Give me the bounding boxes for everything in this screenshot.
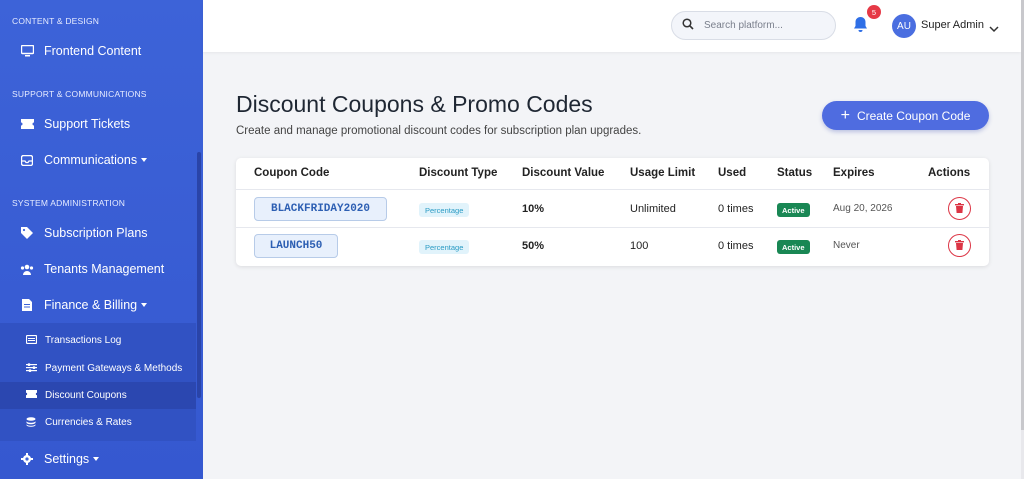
sidebar-item-label: Support Tickets (44, 117, 131, 131)
search-box[interactable] (671, 11, 836, 40)
trash-icon (955, 200, 964, 218)
ticket-icon (26, 390, 37, 401)
chevron-down-icon (93, 457, 100, 461)
usage-limit: Unlimited (630, 203, 676, 215)
status-badge: Active (777, 203, 810, 217)
sidebar-subitem-payment-gateways[interactable]: Payment Gateways & Methods (0, 355, 196, 382)
sidebar-item-label: Settings (44, 452, 90, 466)
create-coupon-button[interactable]: + Create Coupon Code (822, 101, 989, 130)
sidebar-subitem-label: Transactions Log (45, 335, 122, 346)
section-label-support: SUPPORT & COMMUNICATIONS (12, 89, 147, 99)
bell-icon[interactable] (853, 16, 869, 34)
discount-value: 10% (522, 203, 545, 215)
header-discount-value: Discount Value (522, 167, 605, 179)
sidebar: CONTENT & DESIGN Frontend Content SUPPOR… (0, 0, 203, 479)
delete-button[interactable] (948, 234, 971, 257)
header-expires: Expires (833, 167, 875, 179)
sidebar-subitem-currencies-rates[interactable]: Currencies & Rates (0, 409, 196, 436)
tag-icon (20, 226, 34, 240)
invoice-icon (20, 298, 34, 312)
chevron-down-icon (141, 303, 148, 307)
plus-icon: + (840, 106, 850, 124)
sidebar-item-label: Finance & Billing (44, 298, 138, 312)
discount-type-badge: Percentage (419, 203, 470, 217)
sidebar-item-frontend-content[interactable]: Frontend Content (0, 36, 196, 66)
header-usage-limit: Usage Limit (630, 167, 696, 179)
sidebar-subitem-transactions-log[interactable]: Transactions Log (0, 327, 196, 354)
chevron-down-icon[interactable] (989, 20, 999, 38)
topbar: 5 AU Super Admin (203, 0, 1021, 52)
inbox-icon (20, 153, 34, 167)
gear-icon (20, 452, 34, 466)
usage-limit: 100 (630, 240, 649, 252)
finance-submenu: Transactions Log Payment Gateways & Meth… (0, 323, 196, 441)
delete-button[interactable] (948, 197, 971, 220)
expires-date: Aug 20, 2026 (833, 203, 893, 214)
coupon-code-badge: BLACKFRIDAY2020 (254, 197, 387, 221)
user-name[interactable]: Super Admin (921, 19, 984, 31)
coins-icon (26, 417, 37, 428)
ticket-icon (20, 117, 34, 131)
sidebar-item-label: Tenants Management (44, 262, 165, 276)
list-icon (26, 335, 37, 346)
sidebar-item-subscription-plans[interactable]: Subscription Plans (0, 218, 196, 248)
sidebar-item-label: Frontend Content (44, 44, 142, 58)
users-icon (20, 262, 34, 276)
page-title: Discount Coupons & Promo Codes (236, 91, 593, 117)
sidebar-subitem-discount-coupons[interactable]: Discount Coupons (0, 382, 196, 409)
sidebar-scrollbar[interactable] (197, 152, 201, 398)
sidebar-item-label: Subscription Plans (44, 226, 148, 240)
create-coupon-label: Create Coupon Code (856, 108, 971, 123)
search-input[interactable] (704, 20, 814, 31)
status-badge: Active (777, 240, 810, 254)
sidebar-item-support-tickets[interactable]: Support Tickets (0, 109, 196, 139)
sidebar-subitem-label: Payment Gateways & Methods (45, 363, 183, 374)
coupon-code-badge: LAUNCH50 (254, 234, 338, 258)
sidebar-item-label: Communications (44, 153, 138, 167)
search-icon (682, 17, 694, 35)
trash-icon (955, 237, 964, 255)
sidebar-item-communications[interactable]: Communications (0, 145, 196, 175)
table-row: BLACKFRIDAY2020 Percentage 10% Unlimited… (236, 189, 989, 227)
discount-type-badge: Percentage (419, 240, 470, 254)
header-status: Status (777, 167, 813, 179)
section-label-system: SYSTEM ADMINISTRATION (12, 198, 126, 208)
header-coupon-code: Coupon Code (254, 167, 330, 179)
monitor-icon (20, 44, 34, 58)
discount-value: 50% (522, 240, 545, 252)
header-actions: Actions (928, 167, 971, 179)
avatar[interactable]: AU (892, 14, 916, 38)
sliders-icon (26, 363, 37, 374)
sidebar-item-finance-billing[interactable]: Finance & Billing (0, 290, 196, 320)
chevron-down-icon (141, 158, 148, 162)
section-label-content-design: CONTENT & DESIGN (12, 16, 100, 26)
table-row: LAUNCH50 Percentage 50% 100 0 times Acti… (236, 227, 989, 265)
used-count: 0 times (718, 240, 754, 252)
expires-date: Never (833, 240, 860, 251)
header-used: Used (718, 167, 747, 179)
sidebar-subitem-label: Discount Coupons (45, 390, 127, 401)
header-discount-type: Discount Type (419, 167, 498, 179)
page-subtitle: Create and manage promotional discount c… (236, 125, 642, 137)
sidebar-item-tenants-management[interactable]: Tenants Management (0, 254, 196, 284)
sidebar-subitem-label: Currencies & Rates (45, 417, 132, 428)
sidebar-item-settings[interactable]: Settings (0, 444, 196, 474)
used-count: 0 times (718, 203, 754, 215)
notification-badge: 5 (867, 5, 881, 19)
coupons-table: Coupon Code Discount Type Discount Value… (236, 158, 989, 266)
